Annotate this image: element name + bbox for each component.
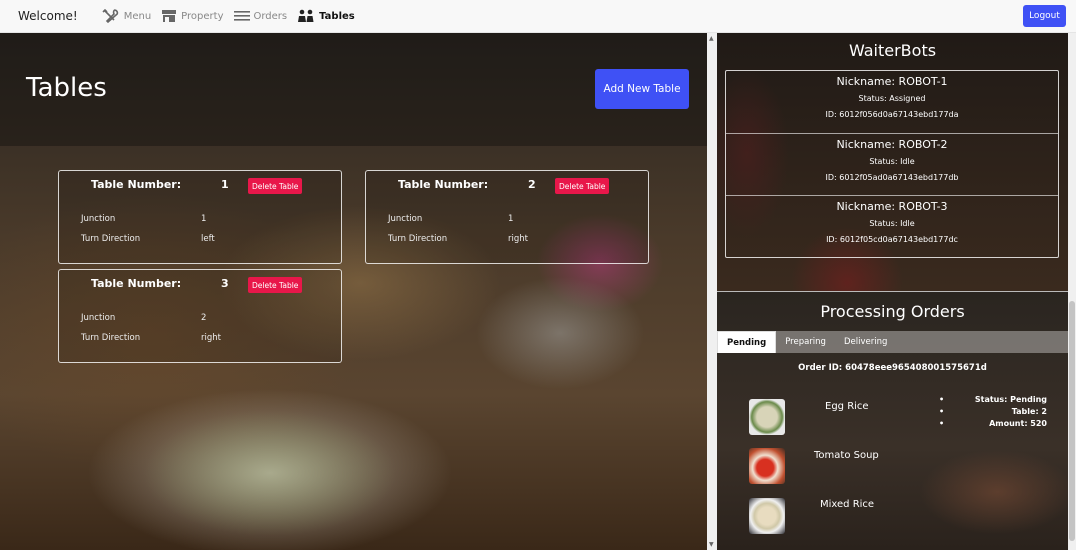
left-scrollbar[interactable]: ▲ ▼: [707, 33, 717, 550]
robot-nickname: Nickname: ROBOT-1: [836, 75, 948, 88]
junction-label: Junction: [81, 214, 116, 224]
order-item-name: Mixed Rice: [820, 499, 875, 510]
waiterbots-title: WaiterBots: [848, 41, 937, 60]
order-tabs: Pending Preparing Delivering: [717, 331, 1068, 353]
processing-orders-title: Processing Orders: [820, 302, 965, 321]
waiterbots-panel: WaiterBots Nickname: ROBOT-1 Status: Ass…: [717, 33, 1068, 291]
robot-nickname: Nickname: ROBOT-2: [836, 137, 948, 151]
list-item[interactable]: Nickname: ROBOT-2 Status: Idle ID: 6012f…: [726, 134, 1058, 197]
table-number-label: Table Number:: [91, 178, 182, 191]
robot-status: Status: Idle: [869, 156, 915, 166]
robot-status: Status: Assigned: [858, 94, 926, 103]
nav-item-label: Property: [181, 10, 224, 22]
tables-panel: Tables Add New Table Table Number: 1 Del…: [0, 33, 707, 550]
junction-value: 1: [201, 214, 207, 224]
turn-direction-label: Turn Direction: [81, 234, 141, 244]
turn-direction-label: Turn Direction: [388, 234, 448, 244]
order-item-name: Tomato Soup: [814, 450, 879, 461]
tomato-soup-image: [749, 448, 785, 484]
store-icon: [162, 10, 177, 22]
table-card: Table Number: 3 Delete Table Junction 2 …: [58, 269, 342, 363]
page-title: Tables: [26, 73, 107, 103]
delete-table-button[interactable]: Delete Table: [555, 178, 610, 194]
tab-preparing[interactable]: Preparing: [776, 331, 835, 353]
nav-item-menu[interactable]: Menu: [102, 9, 151, 23]
junction-value: 2: [201, 313, 207, 323]
scroll-down-icon[interactable]: ▼: [709, 541, 714, 548]
order-table: Table: 2: [939, 407, 1047, 416]
nav-item-label: Orders: [253, 10, 288, 22]
turn-direction-value: right: [508, 234, 528, 244]
waiterbots-list: Nickname: ROBOT-1 Status: Assigned ID: 6…: [725, 70, 1059, 258]
nav-item-label: Tables: [319, 10, 355, 22]
delete-table-button[interactable]: Delete Table: [248, 277, 303, 293]
order-status: Status: Pending: [939, 395, 1047, 404]
egg-rice-image: [749, 399, 785, 435]
robot-id: ID: 6012f056d0a67143ebd177da: [825, 110, 959, 119]
order-details: Status: Pending Table: 2 Amount: 520: [939, 395, 1047, 431]
table-number-label: Table Number:: [91, 277, 182, 290]
turn-direction-value: left: [201, 234, 215, 244]
scrollbar-thumb[interactable]: [1069, 301, 1075, 541]
logout-button[interactable]: Logout: [1023, 5, 1066, 27]
robot-status: Status: Idle: [869, 219, 915, 229]
people-icon: [298, 9, 314, 22]
processing-orders-panel: Processing Orders Pending Preparing Deli…: [717, 291, 1068, 550]
robot-nickname: Nickname: ROBOT-3: [836, 200, 948, 214]
list-item[interactable]: Nickname: ROBOT-3 Status: Idle ID: 6012f…: [726, 196, 1058, 259]
nav-item-label: Menu: [123, 10, 152, 22]
turn-direction-label: Turn Direction: [81, 333, 141, 343]
order-id: Order ID: 60478eee965408001575671d: [798, 363, 987, 373]
turn-direction-value: right: [201, 333, 221, 343]
welcome-text: Welcome!: [18, 9, 78, 23]
nav-item-property[interactable]: Property: [161, 9, 224, 23]
utensils-icon: [102, 9, 118, 23]
scroll-up-icon[interactable]: ▲: [709, 35, 714, 42]
nav-item-tables[interactable]: Tables: [297, 9, 355, 23]
table-number-label: Table Number:: [398, 178, 489, 191]
robot-id: ID: 6012f05cd0a67143ebd177dc: [826, 235, 958, 245]
add-table-button[interactable]: Add New Table: [595, 69, 689, 109]
tab-delivering[interactable]: Delivering: [835, 331, 896, 353]
top-navbar: Welcome! Menu Property Orders Tables Log…: [0, 0, 1076, 33]
junction-value: 1: [508, 214, 514, 224]
junction-label: Junction: [81, 313, 116, 323]
delete-table-button[interactable]: Delete Table: [248, 178, 303, 194]
robot-id: ID: 6012f05ad0a67143ebd177db: [825, 172, 959, 182]
table-number-value: 2: [528, 178, 536, 191]
junction-label: Junction: [388, 214, 423, 224]
order-item-name: Egg Rice: [825, 401, 869, 412]
mixed-rice-image: [749, 498, 785, 534]
table-number-value: 1: [221, 178, 229, 191]
list-icon: [233, 11, 250, 21]
right-scrollbar[interactable]: [1068, 33, 1076, 550]
order-amount: Amount: 520: [939, 419, 1047, 428]
table-card: Table Number: 2 Delete Table Junction 1 …: [365, 170, 649, 264]
nav-item-orders[interactable]: Orders: [233, 10, 288, 22]
table-number-value: 3: [221, 277, 229, 290]
table-card: Table Number: 1 Delete Table Junction 1 …: [58, 170, 342, 264]
tab-pending[interactable]: Pending: [717, 331, 777, 353]
list-item[interactable]: Nickname: ROBOT-1 Status: Assigned ID: 6…: [726, 71, 1058, 134]
